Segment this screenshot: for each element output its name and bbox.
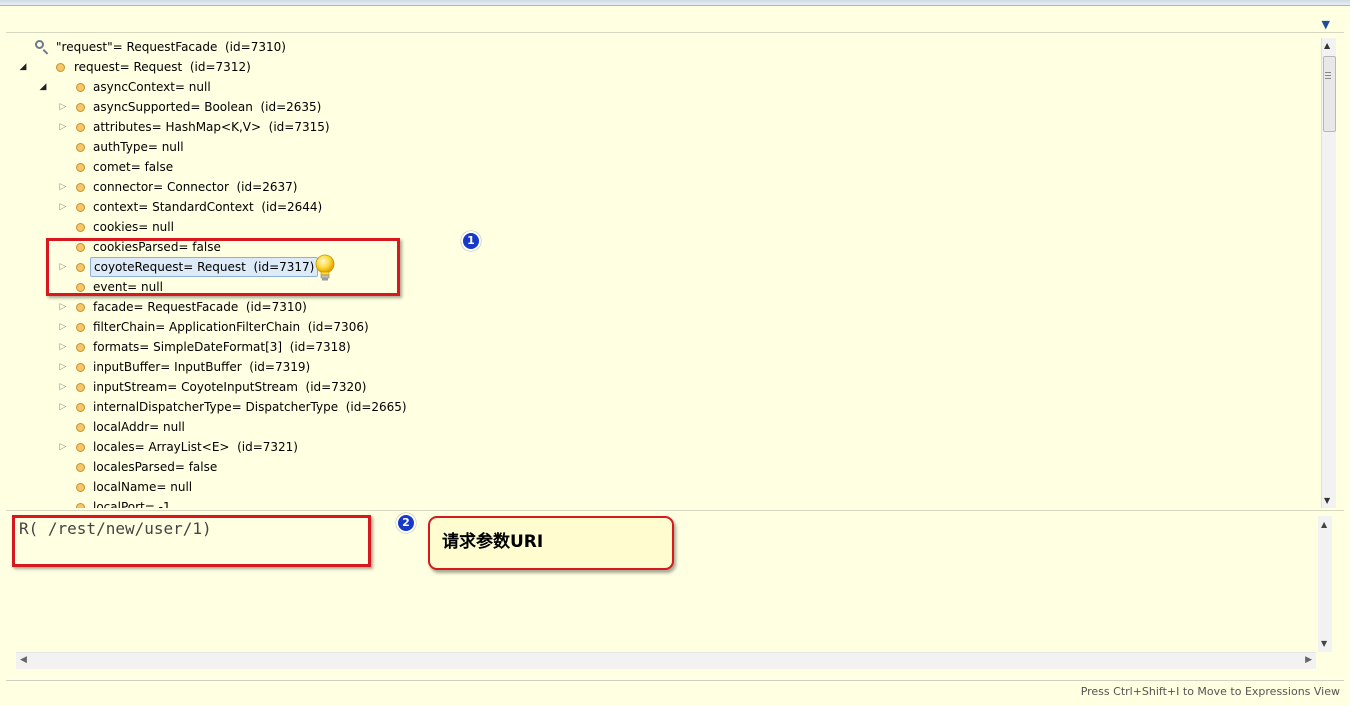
collapsed-triangle-icon[interactable]: ▷ bbox=[58, 437, 68, 457]
expanded-triangle-icon[interactable]: ◢ bbox=[38, 77, 48, 97]
tree-field-label: cookies= null bbox=[93, 220, 174, 234]
tree-field-label: asyncContext= null bbox=[93, 80, 211, 94]
tree-field-label: formats= SimpleDateFormat[3] (id=7318) bbox=[93, 340, 351, 354]
field-icon bbox=[76, 83, 85, 92]
field-icon bbox=[76, 223, 85, 232]
collapsed-triangle-icon[interactable]: ▷ bbox=[58, 357, 68, 377]
detail-horizontal-scrollbar[interactable]: ◀ ▶ bbox=[16, 652, 1316, 669]
highlight-box-1 bbox=[46, 238, 400, 296]
tree-field-label: facade= RequestFacade (id=7310) bbox=[93, 300, 307, 314]
field-icon bbox=[76, 423, 85, 432]
tree-field-label: localPort= -1 bbox=[93, 500, 171, 508]
collapsed-triangle-icon[interactable]: ▷ bbox=[58, 97, 68, 117]
tree-field-label: localName= null bbox=[93, 480, 193, 494]
scroll-left-arrow-icon[interactable]: ◀ bbox=[20, 655, 27, 665]
field-icon bbox=[76, 323, 85, 332]
field-icon bbox=[76, 363, 85, 372]
lightbulb-icon bbox=[315, 254, 335, 281]
field-icon bbox=[56, 63, 65, 72]
tree-field-label: inputBuffer= InputBuffer (id=7319) bbox=[93, 360, 311, 374]
view-menu-arrow-icon[interactable]: ▼ bbox=[1322, 18, 1330, 31]
field-icon bbox=[76, 403, 85, 412]
scroll-up-arrow-icon[interactable]: ▲ bbox=[1321, 520, 1327, 529]
scroll-down-arrow-icon[interactable]: ▼ bbox=[1324, 496, 1330, 505]
magnifier-icon bbox=[35, 40, 44, 49]
field-icon bbox=[76, 183, 85, 192]
tree-vertical-scrollbar[interactable]: ▲ ▼ bbox=[1321, 38, 1336, 508]
field-icon bbox=[76, 103, 85, 112]
tree-field-label: attributes= HashMap<K,V> (id=7315) bbox=[93, 120, 330, 134]
highlight-box-2 bbox=[12, 515, 371, 567]
tree-field-label: filterChain= ApplicationFilterChain (id=… bbox=[93, 320, 369, 334]
field-icon bbox=[76, 463, 85, 472]
collapsed-triangle-icon[interactable]: ▷ bbox=[58, 397, 68, 417]
detail-vertical-scrollbar[interactable]: ▲ ▼ bbox=[1318, 516, 1332, 652]
scroll-right-arrow-icon[interactable]: ▶ bbox=[1305, 655, 1312, 665]
field-icon bbox=[76, 383, 85, 392]
tree-field-label: authType= null bbox=[93, 140, 184, 154]
tree-field-label: internalDispatcherType= DispatcherType (… bbox=[93, 400, 407, 414]
scroll-up-arrow-icon[interactable]: ▲ bbox=[1324, 41, 1330, 50]
field-icon bbox=[76, 503, 85, 508]
view-toolbar: ▼ bbox=[6, 6, 1344, 33]
collapsed-triangle-icon[interactable]: ▷ bbox=[58, 317, 68, 337]
collapsed-triangle-icon[interactable]: ▷ bbox=[58, 117, 68, 137]
tree-field-label: context= StandardContext (id=2644) bbox=[93, 200, 323, 214]
tree-field-label: localAddr= null bbox=[93, 420, 185, 434]
status-bar: Press Ctrl+Shift+I to Move to Expression… bbox=[6, 680, 1344, 703]
collapsed-triangle-icon[interactable]: ▷ bbox=[58, 297, 68, 317]
field-icon bbox=[76, 163, 85, 172]
field-icon bbox=[76, 143, 85, 152]
tree-field-label: comet= false bbox=[93, 160, 174, 174]
annotation-note-text: 请求参数URI bbox=[442, 532, 544, 552]
collapsed-triangle-icon[interactable]: ▷ bbox=[58, 377, 68, 397]
tree-root-row[interactable]: ◢ "request"= RequestFacade (id=7310) bbox=[18, 37, 286, 72]
tree-field-label: connector= Connector (id=2637) bbox=[93, 180, 298, 194]
scroll-grip-icon bbox=[1325, 72, 1331, 73]
annotation-badge-1: 1 bbox=[461, 231, 481, 251]
field-icon bbox=[76, 203, 85, 212]
field-icon bbox=[76, 483, 85, 492]
field-icon bbox=[76, 343, 85, 352]
tree-field-label: inputStream= CoyoteInputStream (id=7320) bbox=[93, 380, 367, 394]
annotation-badge-2: 2 bbox=[396, 513, 416, 533]
tree-request-row[interactable]: ◢ request= Request (id=7312) bbox=[38, 57, 251, 92]
collapsed-triangle-icon[interactable]: ▷ bbox=[58, 337, 68, 357]
tree-field-label: localesParsed= false bbox=[93, 460, 218, 474]
scroll-thumb[interactable] bbox=[1323, 56, 1336, 132]
tree-request-label: request= Request (id=7312) bbox=[74, 60, 251, 74]
field-icon bbox=[76, 123, 85, 132]
status-hint: Press Ctrl+Shift+I to Move to Expression… bbox=[1080, 685, 1340, 698]
tree-field-label: locales= ArrayList<E> (id=7321) bbox=[93, 440, 298, 454]
collapsed-triangle-icon[interactable]: ▷ bbox=[58, 177, 68, 197]
tree-root-label: "request"= RequestFacade (id=7310) bbox=[56, 40, 286, 54]
field-icon bbox=[76, 443, 85, 452]
expanded-triangle-icon[interactable]: ◢ bbox=[18, 57, 28, 77]
scroll-down-arrow-icon[interactable]: ▼ bbox=[1321, 639, 1327, 648]
tree-field-label: asyncSupported= Boolean (id=2635) bbox=[93, 100, 322, 114]
annotation-note: 请求参数URI bbox=[428, 516, 674, 570]
field-icon bbox=[76, 303, 85, 312]
collapsed-triangle-icon[interactable]: ▷ bbox=[58, 197, 68, 217]
